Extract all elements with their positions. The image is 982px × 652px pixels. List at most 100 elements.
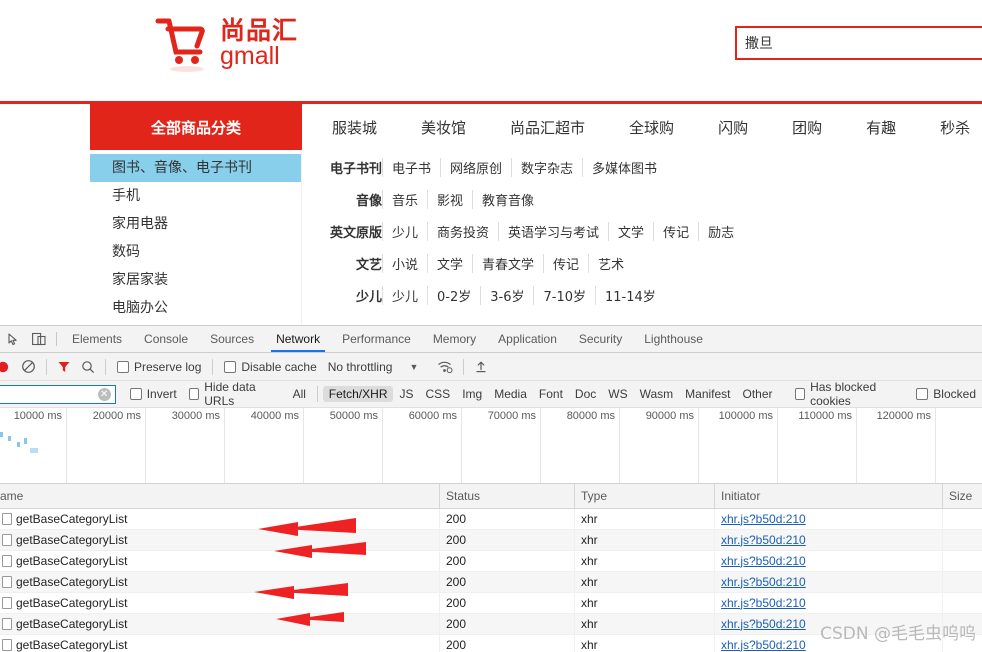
column-header-size[interactable]: Size [943,484,982,509]
category-sub[interactable]: 3-6岁 [480,286,533,305]
category-sub[interactable]: 艺术 [588,254,633,273]
column-header-type[interactable]: Type [575,484,715,509]
category-sub[interactable]: 商务投资 [427,222,498,241]
column-header-status[interactable]: Status [440,484,575,509]
throttling-select[interactable]: No throttling [323,360,398,374]
cell-name[interactable]: getBaseCategoryList [0,530,440,551]
initiator-link[interactable]: xhr.js?b50d:210 [721,533,806,547]
tab-performance[interactable]: Performance [331,326,422,352]
filter-input-wrapper[interactable]: ✕ [0,385,116,404]
column-header-initiator[interactable]: Initiator [715,484,943,509]
nav-item-1[interactable]: 美妆馆 [399,117,488,138]
hide-data-urls-checkbox[interactable]: Hide data URLs [183,380,283,408]
category-sub[interactable]: 7-10岁 [533,286,595,305]
cell-name[interactable]: getBaseCategoryList [0,593,440,614]
search-box[interactable] [735,26,982,60]
tab-lighthouse[interactable]: Lighthouse [633,326,714,352]
site-logo[interactable]: 尚品汇 gmall [150,12,298,74]
has-blocked-cookies-checkbox[interactable]: Has blocked cookies [789,380,911,408]
cell-name[interactable]: getBaseCategoryList [0,572,440,593]
initiator-link[interactable]: xhr.js?b50d:210 [721,638,806,652]
table-row[interactable]: getBaseCategoryList 200 xhr xhr.js?b50d:… [0,593,982,614]
category-sub[interactable]: 文学 [427,254,472,273]
category-sub[interactable]: 电子书 [382,158,440,177]
filter-type-media[interactable]: Media [488,386,533,402]
nav-item-7[interactable]: 秒杀 [918,117,982,138]
cell-name[interactable]: getBaseCategoryList [0,614,440,635]
category-item-5[interactable]: 电脑办公 [90,294,301,322]
search-input[interactable] [737,28,982,58]
table-row[interactable]: getBaseCategoryList 200 xhr xhr.js?b50d:… [0,509,982,530]
table-row[interactable]: getBaseCategoryList 200 xhr xhr.js?b50d:… [0,551,982,572]
invert-checkbox[interactable]: Invert [124,387,183,401]
category-sub[interactable]: 音乐 [382,190,427,209]
category-sub[interactable]: 11-14岁 [595,286,665,305]
filter-input[interactable] [0,386,98,402]
filter-type-img[interactable]: Img [456,386,488,402]
initiator-link[interactable]: xhr.js?b50d:210 [721,596,806,610]
category-sub[interactable]: 教育音像 [472,190,543,209]
disable-cache-checkbox[interactable]: Disable cache [218,360,322,374]
nav-item-4[interactable]: 闪购 [696,117,770,138]
blocked-checkbox[interactable]: Blocked [910,387,982,401]
category-sub[interactable]: 英语学习与考试 [498,222,608,241]
inspect-element-icon[interactable] [0,326,26,352]
nav-item-0[interactable]: 服装城 [310,117,399,138]
tab-console[interactable]: Console [133,326,199,352]
category-sub[interactable]: 网络原创 [440,158,511,177]
category-sub[interactable]: 励志 [698,222,743,241]
cell-name[interactable]: getBaseCategoryList [0,509,440,530]
category-sub[interactable]: 文学 [608,222,653,241]
category-sub[interactable]: 小说 [382,254,427,273]
nav-item-2[interactable]: 尚品汇超市 [488,117,607,138]
nav-item-6[interactable]: 有趣 [844,117,918,138]
filter-type-css[interactable]: CSS [420,386,457,402]
tab-security[interactable]: Security [568,326,633,352]
category-sub[interactable]: 传记 [543,254,588,273]
tab-elements[interactable]: Elements [61,326,133,352]
network-overview-timeline[interactable]: 10000 ms 20000 ms 30000 ms 40000 ms 5000… [0,408,982,484]
initiator-link[interactable]: xhr.js?b50d:210 [721,512,806,526]
cell-name[interactable]: getBaseCategoryList [0,551,440,572]
filter-type-other[interactable]: Other [737,386,779,402]
initiator-link[interactable]: xhr.js?b50d:210 [721,554,806,568]
column-header-name[interactable]: ame [0,484,440,509]
all-categories-button[interactable]: 全部商品分类 [90,104,302,150]
record-stop-icon[interactable] [0,359,16,375]
category-sub[interactable]: 青春文学 [472,254,543,273]
import-har-icon[interactable] [469,360,493,374]
initiator-link[interactable]: xhr.js?b50d:210 [721,617,806,631]
device-toolbar-icon[interactable] [26,326,52,352]
tab-sources[interactable]: Sources [199,326,265,352]
category-sub[interactable]: 少儿 [382,222,427,241]
clear-input-icon[interactable]: ✕ [98,388,111,401]
category-sub[interactable]: 0-2岁 [427,286,480,305]
category-item-1[interactable]: 手机 [90,182,301,210]
category-item-3[interactable]: 数码 [90,238,301,266]
category-item-0[interactable]: 图书、音像、电子书刊 [90,154,301,182]
filter-icon[interactable] [52,360,76,374]
filter-type-ws[interactable]: WS [602,386,633,402]
search-icon[interactable] [76,360,100,374]
filter-type-fetch-xhr[interactable]: Fetch/XHR [323,386,394,402]
clear-network-log-icon[interactable] [16,359,41,374]
filter-type-doc[interactable]: Doc [569,386,602,402]
category-sub[interactable]: 传记 [653,222,698,241]
category-item-4[interactable]: 家居家装 [90,266,301,294]
tab-memory[interactable]: Memory [422,326,487,352]
filter-type-all[interactable]: All [287,386,312,402]
category-sub[interactable]: 少儿 [382,286,427,305]
filter-type-font[interactable]: Font [533,386,569,402]
network-conditions-icon[interactable] [423,360,458,374]
filter-type-js[interactable]: JS [393,386,419,402]
preserve-log-checkbox[interactable]: Preserve log [111,360,207,374]
initiator-link[interactable]: xhr.js?b50d:210 [721,575,806,589]
cell-name[interactable]: getBaseCategoryList [0,635,440,652]
category-sub[interactable]: 影视 [427,190,472,209]
filter-type-wasm[interactable]: Wasm [634,386,680,402]
tab-application[interactable]: Application [487,326,568,352]
category-item-2[interactable]: 家用电器 [90,210,301,238]
category-sub[interactable]: 多媒体图书 [582,158,666,177]
table-row[interactable]: getBaseCategoryList 200 xhr xhr.js?b50d:… [0,530,982,551]
filter-type-manifest[interactable]: Manifest [679,386,736,402]
